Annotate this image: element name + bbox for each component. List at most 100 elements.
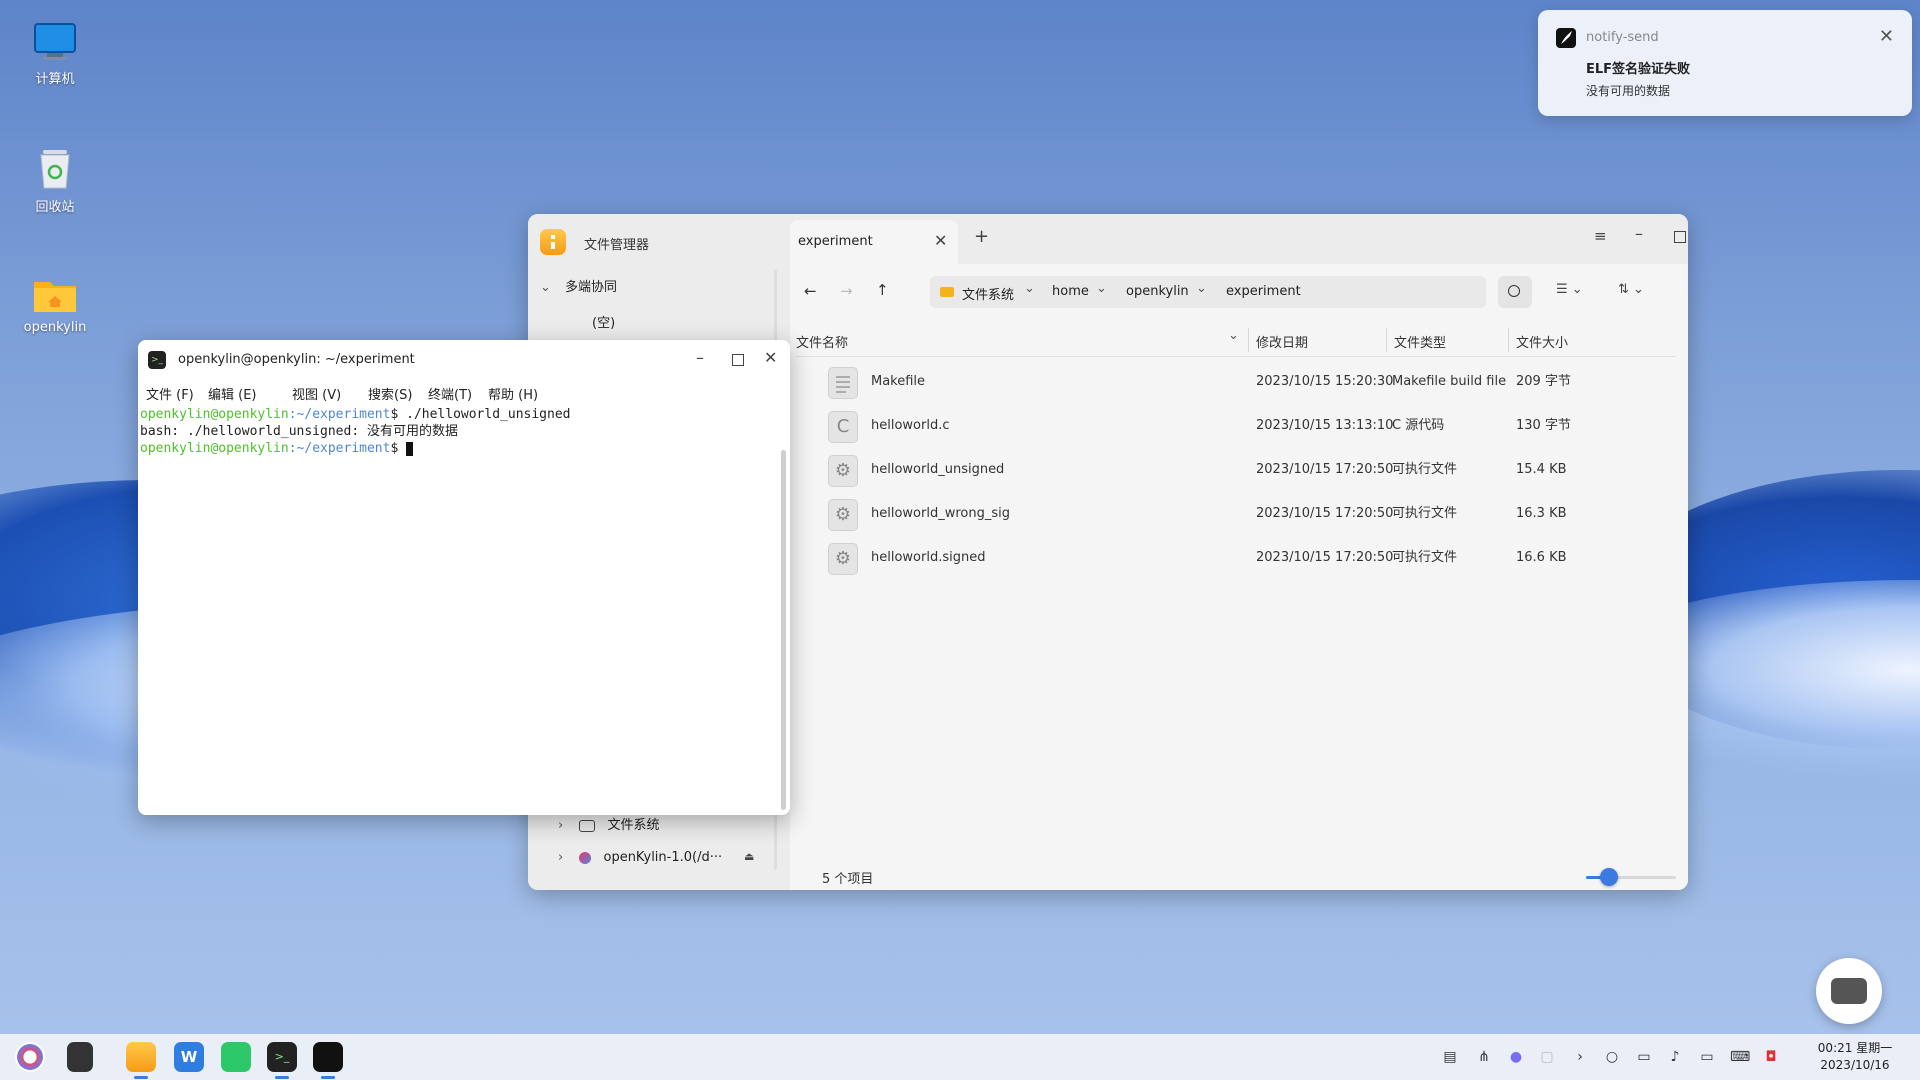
clock[interactable]: 00:21 星期一 2023/10/16: [1800, 1040, 1910, 1074]
path-segment[interactable]: openkylin: [1126, 284, 1189, 299]
chevron-right-icon: ›: [558, 818, 564, 833]
notification-center-icon[interactable]: ◘: [1762, 1048, 1780, 1066]
search-button[interactable]: [1498, 276, 1532, 308]
column-header-type[interactable]: 文件类型: [1394, 332, 1446, 351]
table-row[interactable]: Makefile 2023/10/15 15:20:30 Makefile bu…: [796, 360, 1676, 404]
app-title: 文件管理器: [584, 238, 650, 253]
search-icon[interactable]: ○: [1603, 1048, 1621, 1066]
table-row[interactable]: C helloworld.c 2023/10/15 13:13:10 C 源代码…: [796, 404, 1676, 448]
path-segment[interactable]: home: [1052, 284, 1089, 299]
desktop-icon-home[interactable]: openkylin: [10, 274, 100, 335]
column-header-date[interactable]: 修改日期: [1256, 332, 1308, 351]
terminal-scrollbar[interactable]: [781, 450, 786, 810]
assistant-icon[interactable]: ●: [1507, 1048, 1525, 1066]
sort-button[interactable]: ⇅ ⌄: [1618, 282, 1644, 297]
executable-icon: ⚙: [828, 543, 858, 575]
trash-icon: [35, 146, 75, 190]
column-divider[interactable]: [1248, 328, 1249, 352]
notification[interactable]: notify-send ELF签名验证失败 没有可用的数据 ✕: [1538, 10, 1912, 116]
chevron-down-icon[interactable]: ⌄: [1024, 281, 1035, 296]
path-bar[interactable]: 文件系统 ⌄ home ⌄ openkylin ⌄ experiment: [930, 276, 1486, 308]
desktop-icon-computer[interactable]: 计算机: [10, 22, 100, 87]
column-header-size[interactable]: 文件大小: [1516, 332, 1568, 351]
cursor: [406, 441, 414, 456]
multitask-view-icon[interactable]: [67, 1042, 93, 1072]
table-row[interactable]: ⚙ helloworld_wrong_sig 2023/10/15 17:20:…: [796, 492, 1676, 536]
column-header-name[interactable]: 文件名称: [796, 332, 848, 351]
file-manager-icon[interactable]: [126, 1042, 156, 1072]
home-folder-icon: [32, 274, 78, 314]
list-view-icon: ☰: [1556, 282, 1568, 297]
virtual-keyboard-button[interactable]: [1816, 958, 1882, 1024]
table-row[interactable]: ⚙ helloworld_unsigned 2023/10/15 17:20:5…: [796, 448, 1676, 492]
chevron-right-icon[interactable]: ›: [1571, 1048, 1589, 1066]
prompt-path: :~/experiment: [288, 441, 391, 456]
chevron-down-icon[interactable]: ⌄: [1228, 328, 1239, 343]
menu-view[interactable]: 视图 (V): [292, 384, 341, 403]
menu-help[interactable]: 帮助 (H): [488, 384, 538, 403]
kylin-pen-icon[interactable]: [313, 1042, 343, 1072]
volume-icon[interactable]: ♪: [1666, 1048, 1684, 1066]
up-icon[interactable]: ↑: [876, 281, 889, 299]
chevron-down-icon[interactable]: ⌄: [1196, 281, 1207, 296]
start-menu-icon[interactable]: [15, 1042, 45, 1072]
view-mode-button[interactable]: ☰ ⌄: [1556, 282, 1583, 297]
zoom-slider[interactable]: [1586, 868, 1676, 886]
minimize-icon[interactable]: –: [696, 348, 704, 367]
computer-icon: [33, 22, 77, 62]
column-divider[interactable]: [1508, 328, 1509, 352]
file-name: helloworld.signed: [871, 550, 986, 565]
projection-icon[interactable]: ▭: [1635, 1048, 1653, 1066]
menu-search[interactable]: 搜索(S): [368, 384, 412, 403]
menu-terminal[interactable]: 终端(T): [428, 384, 472, 403]
desktop-icon-trash[interactable]: 回收站: [10, 146, 100, 215]
path-segment[interactable]: 文件系统: [962, 284, 1014, 303]
file-type: Makefile build file: [1392, 374, 1507, 389]
close-icon[interactable]: ✕: [1879, 28, 1894, 46]
executable-icon: ⚙: [828, 455, 858, 487]
table-row[interactable]: ⚙ helloworld.signed 2023/10/15 17:20:50 …: [796, 536, 1676, 580]
file-type: 可执行文件: [1392, 462, 1458, 477]
keyboard-icon[interactable]: ⌨: [1730, 1048, 1750, 1066]
terminal-icon: >_: [148, 351, 166, 369]
battery-icon[interactable]: ▭: [1698, 1048, 1716, 1066]
column-divider[interactable]: [1386, 328, 1387, 352]
zoom-slider-handle[interactable]: [1599, 868, 1618, 886]
tab-close-icon[interactable]: ✕: [934, 231, 947, 250]
network-share-icon[interactable]: ⋔: [1475, 1048, 1493, 1066]
maximize-icon[interactable]: [732, 354, 744, 366]
maximize-icon[interactable]: [1674, 231, 1686, 243]
close-window-icon[interactable]: ✕: [764, 348, 777, 367]
sidebar-item-disc[interactable]: › openKylin-1.0(/d··· ⏏: [558, 850, 778, 876]
menu-icon[interactable]: ≡: [1594, 227, 1607, 245]
forward-icon[interactable]: →: [840, 282, 853, 300]
sidebar-item-filesystem[interactable]: › 文件系统: [558, 814, 768, 840]
minimize-icon[interactable]: –: [1635, 224, 1643, 243]
eject-icon[interactable]: ⏏: [744, 850, 754, 863]
chevron-down-icon: ⌄: [1571, 282, 1583, 297]
folder-icon: [940, 287, 954, 297]
file-date: 2023/10/15 13:13:10: [1256, 418, 1394, 433]
tab-label: experiment: [798, 234, 873, 249]
desktop-icon-label: 回收站: [35, 200, 75, 215]
back-icon[interactable]: ←: [804, 282, 817, 300]
terminal-output[interactable]: openkylin@openkylin:~/experiment$ ./hell…: [140, 406, 770, 806]
clock-date: 2023/10/16: [1820, 1058, 1890, 1072]
sidebar-section-toggle[interactable]: ⌄ 多端协同: [540, 276, 617, 295]
chevron-down-icon[interactable]: ⌄: [1096, 281, 1107, 296]
menu-file[interactable]: 文件 (F): [146, 384, 194, 403]
wps-writer-icon[interactable]: W: [174, 1042, 204, 1072]
prompt-user: openkylin@openkylin: [140, 441, 289, 456]
app-tray-icon[interactable]: ▢: [1538, 1048, 1556, 1066]
path-segment[interactable]: experiment: [1226, 284, 1301, 299]
menu-edit[interactable]: 编辑 (E): [208, 384, 257, 403]
tab-experiment[interactable]: experiment ✕: [790, 220, 958, 264]
chat-app-icon[interactable]: [221, 1042, 251, 1072]
clock-time: 00:21 星期一: [1817, 1041, 1893, 1055]
terminal-icon[interactable]: >_: [267, 1042, 297, 1072]
terminal-line: bash: ./helloworld_unsigned: 没有可用的数据: [140, 424, 458, 439]
file-size: 15.4 KB: [1516, 462, 1567, 477]
column-header-row: 文件名称 ⌄ 修改日期 文件类型 文件大小: [796, 324, 1676, 357]
new-tab-icon[interactable]: +: [974, 226, 989, 247]
clipboard-icon[interactable]: ▤: [1441, 1048, 1459, 1066]
